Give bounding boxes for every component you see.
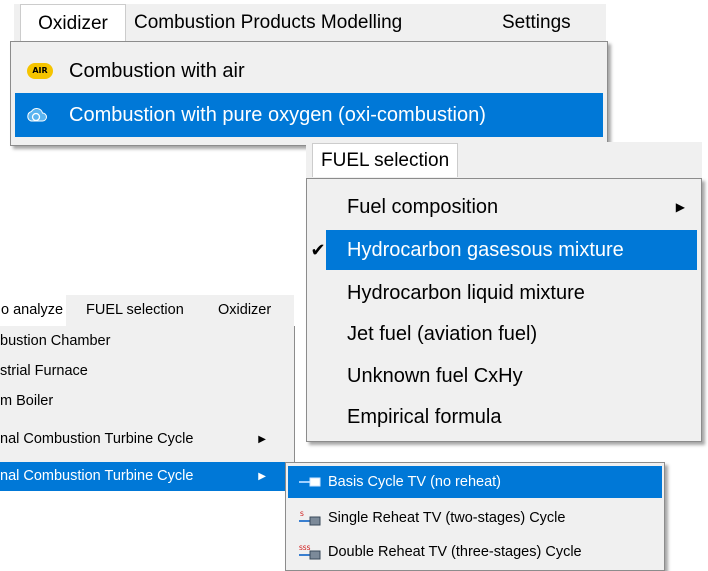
- submenu-arrow-icon: ▶: [258, 434, 266, 445]
- menu-item-hydrocarbon-gasesous-mixture[interactable]: ✔ Hydrocarbon gasesous mixture: [310, 230, 697, 270]
- turbine-icon: [299, 477, 321, 487]
- menu-item-hydrocarbon-liquid-mixture[interactable]: Hydrocarbon liquid mixture: [311, 273, 697, 313]
- menu-oxidizer-2[interactable]: Oxidizer: [218, 295, 271, 326]
- menubar-fuel: FUEL selection: [306, 142, 702, 178]
- menubar-cycle: o analyze FUEL selection Oxidizer: [0, 295, 294, 326]
- menu-item-double-reheat[interactable]: SSS Double Reheat TV (three-stages) Cycl…: [288, 536, 662, 568]
- fuel-dropdown: Fuel composition ▶ ✔ Hydrocarbon gasesou…: [306, 178, 702, 442]
- menu-item-label: Hydrocarbon gasesous mixture: [347, 239, 624, 261]
- menu-item-label: Fuel composition: [347, 196, 499, 218]
- menu-item-label: nal Combustion Turbine Cycle: [0, 431, 194, 447]
- menu-item-empirical-formula[interactable]: Empirical formula: [311, 397, 697, 437]
- menu-item-jet-fuel[interactable]: Jet fuel (aviation fuel): [311, 314, 697, 354]
- menu-item-label: Unknown fuel CxHy: [347, 365, 523, 387]
- menu-item-fuel-composition[interactable]: Fuel composition ▶: [311, 187, 697, 227]
- menu-settings[interactable]: Settings: [502, 4, 571, 41]
- submenu-arrow-icon: ▶: [675, 200, 685, 214]
- menu-item-label: Combustion with pure oxygen (oxi-combust…: [69, 104, 486, 126]
- menu-to-analyze[interactable]: o analyze: [0, 295, 67, 326]
- air-icon: AIR: [27, 63, 53, 79]
- cycle-submenu: Basis Cycle TV (no reheat) S Single Rehe…: [285, 462, 665, 571]
- cycle-dropdown: bustion Chamber strial Furnace m Boiler …: [0, 326, 295, 491]
- menu-item-label: bustion Chamber: [0, 333, 111, 349]
- menu-item-label: Empirical formula: [347, 406, 502, 428]
- svg-text:SSS: SSS: [299, 545, 311, 552]
- menu-item-combustion-turbine-cycle-1[interactable]: nal Combustion Turbine Cycle ▶: [0, 425, 290, 454]
- menu-item-combustion-with-air[interactable]: AIR Combustion with air: [15, 49, 603, 93]
- menu-fuel-selection-2[interactable]: FUEL selection: [86, 295, 184, 326]
- submenu-arrow-icon: ▶: [258, 471, 266, 482]
- oxidizer-dropdown: AIR Combustion with air Combustion with …: [10, 41, 608, 146]
- oxygen-icon: [27, 108, 47, 122]
- menu-fuel-selection[interactable]: FUEL selection: [312, 143, 459, 177]
- menu-item-label: Single Reheat TV (two-stages) Cycle: [328, 510, 566, 526]
- menu-oxidizer[interactable]: Oxidizer: [20, 4, 126, 41]
- menu-item-unknown-fuel[interactable]: Unknown fuel CxHy: [311, 356, 697, 396]
- menu-item-label: Combustion with air: [69, 60, 245, 82]
- menu-item-basis-cycle[interactable]: Basis Cycle TV (no reheat): [288, 466, 662, 498]
- menu-item-combustion-turbine-cycle-2[interactable]: nal Combustion Turbine Cycle ▶: [0, 462, 290, 491]
- menu-item-label: Double Reheat TV (three-stages) Cycle: [328, 544, 582, 560]
- menu-item-label: Basis Cycle TV (no reheat): [328, 474, 501, 490]
- menu-item-label: m Boiler: [0, 393, 54, 409]
- turbine-sss-icon: SSS: [299, 545, 321, 560]
- checkmark-icon: ✔: [310, 230, 326, 270]
- svg-text:S: S: [300, 511, 304, 518]
- menu-item-combustion-with-pure-oxygen[interactable]: Combustion with pure oxygen (oxi-combust…: [15, 93, 603, 137]
- menu-item-combustion-chamber[interactable]: bustion Chamber: [0, 327, 290, 356]
- menu-item-industrial-furnace[interactable]: strial Furnace: [0, 357, 290, 386]
- menu-combustion-products-modelling[interactable]: Combustion Products Modelling: [134, 4, 402, 41]
- menu-item-label: Hydrocarbon liquid mixture: [347, 282, 585, 304]
- turbine-s-icon: S: [299, 511, 321, 526]
- menu-item-label: Jet fuel (aviation fuel): [347, 323, 538, 345]
- menu-item-label: nal Combustion Turbine Cycle: [0, 468, 194, 484]
- menu-item-label: strial Furnace: [0, 363, 88, 379]
- menubar-oxidizer: Oxidizer Combustion Products Modelling S…: [14, 4, 606, 41]
- menu-item-steam-boiler[interactable]: m Boiler: [0, 387, 290, 416]
- menu-item-single-reheat[interactable]: S Single Reheat TV (two-stages) Cycle: [288, 502, 662, 534]
